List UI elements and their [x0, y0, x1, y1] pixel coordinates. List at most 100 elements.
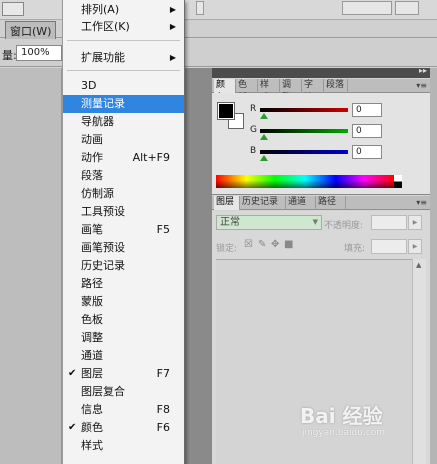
menu-item-label: 蒙版 [81, 295, 103, 308]
fill-input[interactable] [371, 239, 407, 254]
color-panel-tabs: 颜色色板样式调整字符段落 ▾≡ [212, 79, 430, 103]
menu-item[interactable]: 样式 [63, 437, 184, 455]
menu-item[interactable]: 画笔 F5 [63, 221, 184, 239]
menu-item[interactable]: 3D [63, 77, 184, 95]
app-bar-control[interactable] [395, 1, 419, 15]
panel-menu-icon[interactable]: ▾≡ [416, 196, 427, 209]
menu-item[interactable]: 动画 [63, 131, 184, 149]
menu-item[interactable]: 信息 F8 [63, 401, 184, 419]
channel-slider[interactable] [260, 150, 348, 154]
channel-label: G [250, 125, 257, 135]
submenu-arrow-icon: ▶ [169, 5, 176, 14]
menu-item[interactable]: 导航器 [63, 113, 184, 131]
tools-area [0, 68, 62, 464]
menu-item[interactable]: 扩展功能 ▶ [63, 49, 184, 67]
layers-list[interactable] [216, 259, 412, 464]
panel-tab[interactable]: 路径 [316, 196, 346, 210]
submenu-arrow-icon: ▶ [169, 22, 176, 31]
channel-slider[interactable] [260, 129, 348, 133]
menu-item[interactable]: 路径 [63, 275, 184, 293]
menu-item-label: 通道 [81, 349, 103, 362]
menu-item-label: 导航器 [81, 115, 114, 128]
zoom-input[interactable]: 100% [16, 45, 62, 61]
menu-item-shortcut: F8 [156, 403, 170, 416]
panel-tab[interactable]: 通道 [286, 196, 316, 210]
menu-item-label: 调整 [81, 331, 103, 344]
menu-item-label: 图层 [81, 367, 103, 380]
menu-item[interactable]: 动作 Alt+F9 [63, 149, 184, 167]
menu-separator [67, 70, 180, 71]
color-spectrum-bar[interactable] [216, 175, 394, 188]
menu-item-label: 扩展功能 [81, 51, 125, 64]
black-white-swatch[interactable] [394, 175, 402, 188]
layers-scrollbar[interactable]: ▲ [412, 259, 426, 464]
panel-tab[interactable]: 颜色 [214, 79, 236, 103]
panel-tab[interactable]: 字符 [302, 79, 324, 103]
blend-mode-select[interactable]: 正常 ▼ [216, 215, 322, 230]
menu-item[interactable]: ✔ 图层 F7 [63, 365, 184, 383]
lock-all-icon[interactable]: ■ [284, 239, 293, 250]
menu-item[interactable]: 画笔预设 [63, 239, 184, 257]
panel-tab[interactable]: 段落 [324, 79, 348, 93]
opacity-input[interactable] [371, 215, 407, 230]
panel-tab[interactable]: 调整 [280, 79, 302, 103]
foreground-color-swatch[interactable] [217, 102, 235, 120]
channel-value-input[interactable]: 0 [352, 103, 382, 117]
channel-value-input[interactable]: 0 [352, 145, 382, 159]
menu-item[interactable]: 段落 [63, 167, 184, 185]
app-bar-control[interactable] [196, 1, 204, 15]
panel-dock-header[interactable]: ▸▸ [212, 66, 430, 78]
fill-slider-button[interactable]: ▶ [408, 239, 422, 254]
layers-panel: 正常 ▼ 不透明度: ▶ 锁定: ☒ ✎ ✥ ■ 填充: ▶ ▲ [212, 211, 430, 464]
panel-tab[interactable]: 历史记录 [240, 196, 286, 210]
menu-item-label: 图层复合 [81, 385, 125, 398]
scroll-up-icon[interactable]: ▲ [416, 261, 421, 269]
menu-item[interactable]: 历史记录 [63, 257, 184, 275]
menu-item-label: 样式 [81, 439, 103, 452]
menu-item-label: 仿制源 [81, 187, 114, 200]
menu-item[interactable]: 色板 [63, 311, 184, 329]
opacity-slider-button[interactable]: ▶ [408, 215, 422, 230]
menu-item[interactable]: 调整 [63, 329, 184, 347]
menu-item[interactable]: 仿制源 [63, 185, 184, 203]
app-control-box[interactable] [2, 2, 24, 16]
lock-move-icon[interactable]: ✥ [271, 239, 279, 250]
menu-item[interactable]: 图层复合 [63, 383, 184, 401]
slider-handle[interactable] [260, 155, 268, 161]
menu-item-shortcut: Alt+F9 [132, 151, 170, 164]
blend-mode-value: 正常 [220, 217, 240, 228]
panel-tab[interactable]: 图层 [214, 196, 240, 210]
panel-menu-icon[interactable]: ▾≡ [416, 79, 427, 92]
lock-brush-icon[interactable]: ✎ [258, 239, 266, 250]
menu-item[interactable]: 工具预设 [63, 203, 184, 221]
app-bar-control[interactable] [342, 1, 392, 15]
menu-separator [67, 40, 180, 41]
menu-window[interactable]: 窗口(W) [5, 21, 57, 41]
collapse-icon[interactable]: ▸▸ [419, 66, 427, 75]
options-label: 量: [2, 49, 17, 62]
slider-handle[interactable] [260, 113, 268, 119]
panel-tab[interactable]: 样式 [258, 79, 280, 103]
menu-item-label: 历史记录 [81, 259, 125, 272]
channel-label: B [250, 146, 257, 156]
layers-panel-tabs: 图层 历史记录 通道 路径 ▾≡ [212, 196, 430, 210]
menu-item-label: 3D [81, 79, 97, 92]
panel-tab[interactable]: 色板 [236, 79, 258, 103]
menu-item-label: 工具预设 [81, 205, 125, 218]
channel-value-input[interactable]: 0 [352, 124, 382, 138]
channel-slider[interactable] [260, 108, 348, 112]
slider-handle[interactable] [260, 134, 268, 140]
menu-item[interactable]: 排列(A) ▶ [63, 1, 184, 19]
menu-item[interactable]: 蒙版 [63, 293, 184, 311]
menu-item-label: 工作区(K) [81, 20, 130, 33]
menu-item-shortcut: F5 [156, 223, 170, 236]
menu-item[interactable]: ✔ 颜色 F6 [63, 419, 184, 437]
menu-item[interactable]: 通道 [63, 347, 184, 365]
color-panel: R 0 G 0 B 0 [212, 93, 430, 195]
photoshop-window: 窗口(W) 量: 100% ▸▸ 颜色色板样式调整字符段落 ▾≡ R0G0B0 … [0, 0, 437, 464]
menu-item-label: 画笔预设 [81, 241, 125, 254]
lock-transparent-icon[interactable]: ☒ [244, 239, 253, 250]
menu-item[interactable]: 测量记录 [63, 95, 184, 113]
menu-item[interactable]: 工作区(K) ▶ [63, 18, 184, 36]
channel-label: R [250, 104, 257, 114]
